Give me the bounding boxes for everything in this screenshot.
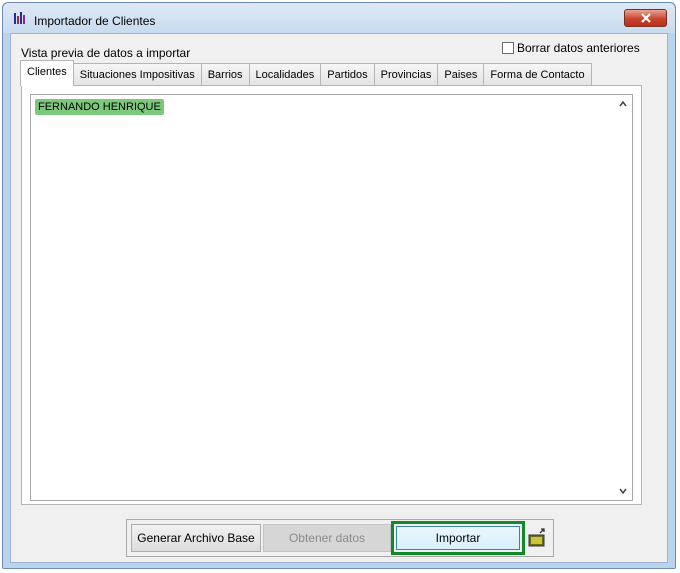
- tab-situaciones-impositivas[interactable]: Situaciones Impositivas: [72, 63, 202, 85]
- window-client-area: Vista previa de datos a importar Borrar …: [10, 33, 668, 563]
- clear-data-option[interactable]: Borrar datos anteriores: [502, 41, 640, 55]
- window-title: Importador de Clientes: [34, 14, 156, 28]
- bar-chart-icon: [14, 12, 25, 24]
- preview-label: Vista previa de datos a importar: [21, 46, 191, 60]
- import-button-label: Importar: [396, 526, 520, 550]
- scroll-down-icon[interactable]: [618, 486, 628, 496]
- importer-window: Importador de Clientes Vista previa de d…: [2, 2, 676, 569]
- tab-partidos[interactable]: Partidos: [320, 63, 375, 85]
- tab-barrios[interactable]: Barrios: [200, 63, 250, 85]
- tab-clientes[interactable]: Clientes: [20, 60, 74, 86]
- tab-paises[interactable]: Paises: [437, 63, 485, 85]
- obtain-data-button[interactable]: Obtener datos: [263, 524, 391, 552]
- preview-textarea[interactable]: FERNANDO HENRIQUE: [30, 94, 633, 501]
- clear-data-checkbox[interactable]: [502, 42, 514, 54]
- tab-panel-clientes: FERNANDO HENRIQUE: [21, 85, 642, 505]
- highlighted-client-name: FERNANDO HENRIQUE: [35, 99, 164, 115]
- close-icon: [641, 13, 651, 23]
- tab-provincias[interactable]: Provincias: [373, 63, 439, 85]
- action-bar: Generar Archivo Base Obtener datos Impor…: [126, 519, 554, 557]
- generate-base-file-button[interactable]: Generar Archivo Base: [131, 524, 261, 552]
- title-bar[interactable]: Importador de Clientes: [3, 3, 675, 33]
- close-button[interactable]: [624, 9, 667, 27]
- tab-strip: Clientes Situaciones Impositivas Barrios…: [20, 60, 592, 86]
- tab-forma-de-contacto[interactable]: Forma de Contacto: [483, 63, 592, 85]
- scroll-up-icon[interactable]: [618, 99, 628, 109]
- tab-localidades[interactable]: Localidades: [248, 63, 322, 85]
- clear-data-label: Borrar datos anteriores: [517, 41, 640, 55]
- open-folder-icon[interactable]: [526, 526, 550, 550]
- import-button[interactable]: Importar: [391, 521, 525, 555]
